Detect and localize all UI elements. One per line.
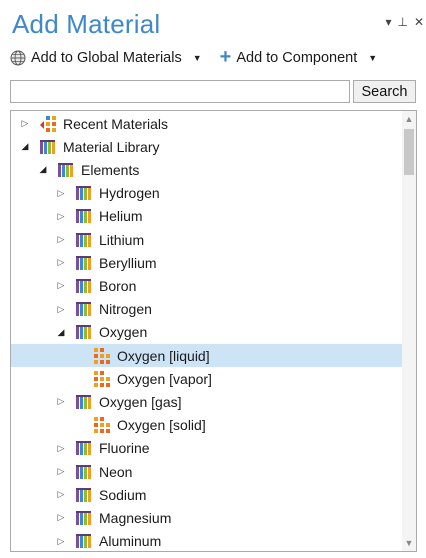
tree-item-label: Fluorine [99,440,150,457]
tree-item[interactable]: ◢ Oxygen [11,321,402,344]
close-icon[interactable]: ✕ [414,16,424,28]
library-folder-icon [75,439,93,457]
library-folder-icon [75,207,93,225]
recent-materials-icon [39,115,57,133]
tree-item-label: Material Library [63,138,160,155]
globe-icon [10,50,26,66]
tree-item-label: Aluminum [99,533,162,550]
library-folder-icon [75,277,93,295]
expand-arrow-icon[interactable]: ▷ [55,466,67,477]
tree-item-label: Beryllium [99,254,157,271]
add-to-global-materials-button[interactable]: Add to Global Materials ▼ [10,50,202,66]
tree-item[interactable]: ▷ Fluorine [11,437,402,460]
tree-item-label: Magnesium [99,509,172,526]
pin-icon[interactable]: ⊥ [397,16,407,28]
tree-item[interactable]: ▷ Recent Materials [11,112,402,135]
tree-item-label: Neon [99,463,133,480]
add-to-global-materials-label: Add to Global Materials [31,50,182,66]
expand-arrow-icon[interactable]: ▷ [55,257,67,268]
material-library-icon [39,138,57,156]
tree-item[interactable]: ▷ Lithium [11,228,402,251]
library-folder-icon [75,300,93,318]
tree-item-label: Oxygen [solid] [117,417,206,434]
expand-arrow-icon[interactable]: ▷ [55,188,67,199]
tree-item[interactable]: ▷ Hydrogen [11,182,402,205]
tree-item[interactable]: ▷ Sodium [11,483,402,506]
expand-arrow-icon[interactable]: ▷ [55,489,67,500]
tree-item[interactable]: ▷ Aluminum [11,530,402,551]
material-icon [93,370,111,388]
material-icon [93,416,111,434]
collapse-arrow-icon[interactable]: ◢ [19,141,31,152]
scrollbar-thumb[interactable] [404,129,414,175]
expand-arrow-icon[interactable]: ▷ [55,443,67,454]
scroll-down-icon[interactable]: ▼ [402,535,416,551]
tree-item[interactable]: ▷ Boron [11,274,402,297]
tree-item[interactable]: Oxygen [liquid] [11,344,402,367]
material-icon [93,347,111,365]
search-button[interactable]: Search [353,80,416,103]
expand-arrow-icon[interactable]: ▷ [55,211,67,222]
tree-item[interactable]: ▷ Neon [11,460,402,483]
expand-arrow-icon[interactable]: ▷ [55,304,67,315]
expand-arrow-icon[interactable]: ▷ [19,118,31,129]
tree-item-label: Hydrogen [99,185,160,202]
tree-item[interactable]: ◢ Material Library [11,135,402,158]
tree-item[interactable]: ▷ Helium [11,205,402,228]
library-folder-icon [75,184,93,202]
expand-arrow-icon[interactable]: ▷ [55,396,67,407]
expand-arrow-icon[interactable]: ▷ [55,536,67,547]
tree-item-label: Oxygen [vapor] [117,370,212,387]
toolbar: Add to Global Materials ▼ + Add to Compo… [10,47,420,69]
expand-arrow-icon[interactable]: ▷ [55,234,67,245]
add-to-component-label: Add to Component [236,50,358,66]
tree-item[interactable]: ▷ Magnesium [11,506,402,529]
vertical-scrollbar[interactable]: ▲ ▼ [402,111,416,551]
tree-item-label: Sodium [99,486,147,503]
library-folder-icon [75,486,93,504]
tree-item-label: Oxygen [liquid] [117,347,210,364]
panel-title: Add Material [12,9,161,39]
collapse-arrow-icon[interactable]: ◢ [55,327,67,338]
plus-icon: + [219,46,232,68]
tree-item-label: Elements [81,161,140,178]
tree-item[interactable]: Oxygen [solid] [11,414,402,437]
chevron-down-icon[interactable]: ▼ [368,53,377,63]
library-folder-icon [75,231,93,249]
tree-item-label: Boron [99,277,137,294]
tree-item-label: Oxygen [99,324,148,341]
library-folder-icon [75,323,93,341]
library-folder-icon [75,509,93,527]
collapse-arrow-icon[interactable]: ◢ [37,164,49,175]
scroll-up-icon[interactable]: ▲ [402,111,416,127]
tree-item[interactable]: Oxygen [vapor] [11,367,402,390]
library-folder-icon [75,254,93,272]
search-bar: Search [10,80,416,103]
library-folder-icon [75,463,93,481]
tree-item-label: Nitrogen [99,301,152,318]
tree-item-label: Oxygen [gas] [99,393,182,410]
tree-item[interactable]: ▷ Nitrogen [11,298,402,321]
tree-item-label: Lithium [99,231,145,248]
chevron-down-icon[interactable]: ▼ [193,53,202,63]
tree-item[interactable]: ▷ Beryllium [11,251,402,274]
tree-item[interactable]: ◢ Elements [11,158,402,181]
add-to-component-button[interactable]: + Add to Component ▼ [219,46,378,68]
tree-item[interactable]: ▷ Oxygen [gas] [11,390,402,413]
tree-item-label: Helium [99,208,143,225]
window-controls: ▾ ⊥ ✕ [385,16,424,28]
material-tree: ▷ Recent Materials ◢ Material Library ◢ Eleme… [10,110,417,552]
expand-arrow-icon[interactable]: ▷ [55,512,67,523]
library-folder-icon [75,393,93,411]
library-folder-icon [57,161,75,179]
library-folder-icon [75,532,93,550]
panel-menu-icon[interactable]: ▾ [385,16,391,28]
search-input[interactable] [10,80,350,103]
tree-item-label: Recent Materials [63,115,169,132]
expand-arrow-icon[interactable]: ▷ [55,280,67,291]
